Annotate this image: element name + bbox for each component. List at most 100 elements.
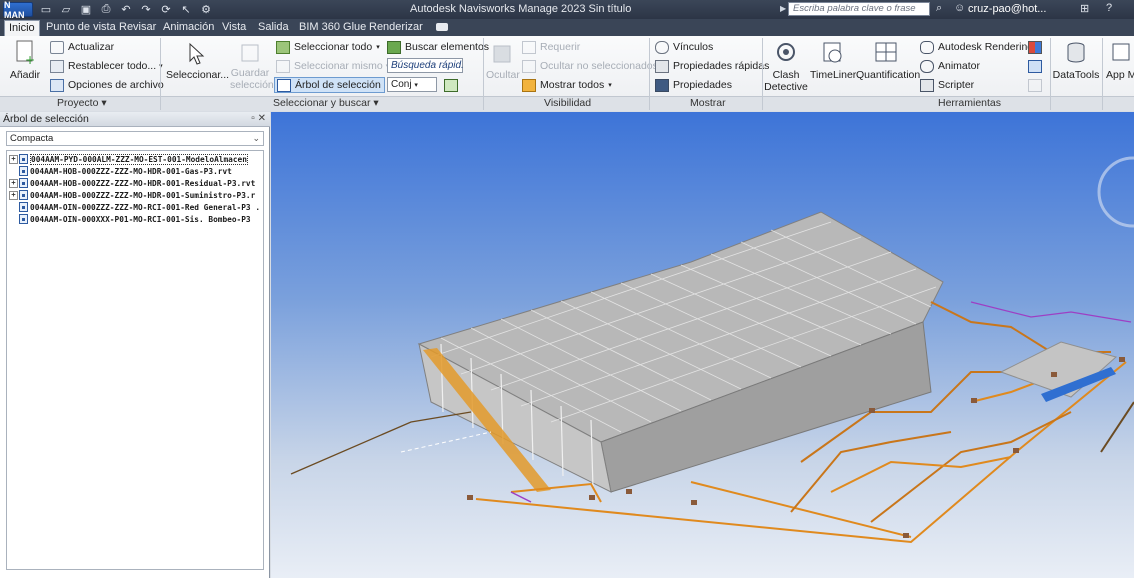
app-manager-icon [1112,43,1130,61]
tab-vista[interactable]: Vista [218,20,250,36]
dropdown-arrow-icon: ▾ [414,82,418,89]
sets-dropdown[interactable]: Conj ▾ [387,77,437,92]
panel-title: Árbol de selección [3,113,89,125]
tree-item[interactable]: + 004AAM-HOB-000ZZZ-ZZZ-MO-HDR-001-Resid… [9,177,255,189]
animator-button[interactable]: Animator [920,58,980,74]
tree-item[interactable]: 004AAM-OIN-000XXX-P01-MO-RCI-001-Sis. Bo… [9,213,251,225]
require-label: Requerir [540,41,581,53]
building-model [417,211,944,493]
select-same-icon [276,59,290,73]
tab-bim360-glue[interactable]: BIM 360 Glue [295,20,370,36]
hide-button[interactable]: Ocultar [486,42,520,81]
group-label-seleccionar-text: Seleccionar y buscar [273,97,371,109]
require-button[interactable]: Requerir [522,39,580,55]
sets-label: Conj [391,79,412,90]
redo-icon[interactable]: ↷ [139,4,153,16]
reset-all-button[interactable]: Restablecer todo...▾ [50,58,163,74]
tab-inicio[interactable]: Inicio [4,20,40,36]
model-file-icon [19,214,28,224]
panel-controls[interactable]: ▫ ✕ [251,112,266,126]
tab-renderizar[interactable]: Renderizar [365,20,427,36]
scripter-button[interactable]: Scripter [920,77,974,93]
tree-item[interactable]: + 004AAM-HOB-000ZZZ-ZZZ-MO-HDR-001-Sumin… [9,189,255,201]
application-menu-button[interactable]: N MAN [3,0,33,20]
model-file-icon [19,190,28,200]
tab-animacion[interactable]: Animación [159,20,218,36]
compare-button[interactable] [1028,77,1046,93]
add-file-icon: + [16,40,35,66]
help-icon[interactable]: ? [1106,2,1112,14]
save-selection-button[interactable]: Guardar selección [230,42,274,91]
quantification-button[interactable]: Quantification [856,40,920,81]
model-file-icon [19,178,28,188]
file-options-button[interactable]: Opciones de archivo [50,77,164,93]
tree-item[interactable]: + 004AAM-PYD-000ALM-ZZZ-MO-EST-001-Model… [9,153,248,165]
open-icon[interactable]: ▱ [59,4,73,16]
tab-punto-de-vista[interactable]: Punto de vista [42,20,120,36]
select-same-button[interactable]: Seleccionar mismo▾ [276,58,389,74]
timeliner-button[interactable]: TimeLiner [810,40,856,81]
hide-label: Ocultar [486,69,520,81]
add-button[interactable]: + Añadir [6,40,44,81]
undo-icon[interactable]: ↶ [119,4,133,16]
manage-sets-button[interactable] [444,77,462,93]
properties-button[interactable]: Propiedades [655,77,732,93]
new-icon[interactable]: ▭ [39,4,53,16]
select-all-label: Seleccionar todo [294,41,373,53]
tab-overflow-icon[interactable] [436,23,448,31]
find-items-button[interactable]: Buscar elementos [387,39,489,55]
teapot-icon [920,40,934,54]
tree-item-label: 004AAM-HOB-000ZZZ-ZZZ-MO-HDR-001-Suminis… [30,190,256,200]
select-all-button[interactable]: Seleccionar todo ▾ [276,39,380,55]
tree-view-mode-select[interactable]: Compacta ⌄ [6,131,264,146]
datatools-button[interactable]: DataTools [1052,40,1100,81]
select-icon[interactable]: ↖ [179,4,193,16]
appearance-profiler-button[interactable] [1028,39,1046,55]
search-expand-icon[interactable]: ▶ [780,4,786,13]
selection-tree-button[interactable]: Árbol de selección [274,77,385,93]
options-icon[interactable]: ⚙ [199,4,213,16]
select-button[interactable]: Seleccionar... [166,42,229,81]
expand-icon[interactable]: + [9,178,18,188]
print-icon[interactable]: ⎙ [99,3,113,16]
cart-icon[interactable]: ⊞ [1080,2,1089,15]
timeliner-icon [823,42,842,63]
expand-icon[interactable]: + [9,190,18,200]
tab-salida[interactable]: Salida [254,20,293,36]
quantification-icon [875,42,897,62]
tree-item[interactable]: 004AAM-OIN-000ZZZ-ZZZ-MO-RCI-001-Red Gen… [9,201,260,213]
save-selection-icon [241,44,259,62]
animator-icon [920,59,934,73]
links-label: Vínculos [673,41,714,53]
3d-viewport[interactable] [271,112,1134,578]
save-icon[interactable]: ▣ [79,4,93,16]
group-separator [1050,38,1051,110]
user-account[interactable]: cruz-pao@hot... [968,3,1046,15]
group-label-seleccionar[interactable]: Seleccionar y buscar ▾ [273,97,379,109]
animator-label: Animator [938,60,981,72]
tab-revisar[interactable]: Revisar [115,20,160,36]
add-label: Añadir [9,69,41,81]
show-all-button[interactable]: Mostrar todos ▾ [522,77,612,93]
refresh-button[interactable]: Actualizar [50,39,114,55]
group-label-proyecto[interactable]: Proyecto ▾ [57,97,107,109]
tree-item[interactable]: 004AAM-HOB-000ZZZ-ZZZ-MO-HDR-001-Gas-P3.… [9,165,232,177]
clash-label-1: Clash [772,69,800,81]
expand-icon[interactable]: + [9,154,18,164]
quick-find-input[interactable]: Búsqueda rápid. [387,58,464,73]
model-file-icon [19,202,28,212]
app-manager-button[interactable]: App M [1106,40,1134,81]
quick-properties-label: Propiedades rápidas [673,60,770,72]
links-button[interactable]: Vínculos [655,39,713,55]
refresh-icon[interactable]: ⟳ [159,4,173,16]
dropdown-arrow-icon: ▾ [608,82,612,89]
autodesk-rendering-button[interactable]: Autodesk Rendering [920,39,1033,55]
quick-properties-button[interactable]: Propiedades rápidas [655,58,769,74]
help-search-input[interactable]: Escriba palabra clave o frase [788,2,930,16]
viewcube-ring[interactable] [1097,156,1134,228]
binoculars-icon[interactable]: ⌕ [936,2,942,15]
hide-unselected-button[interactable]: Ocultar no seleccionados [522,58,658,74]
batch-utility-button[interactable] [1028,58,1046,74]
datatools-label: DataTools [1052,69,1100,81]
clash-detective-button[interactable]: Clash Detective [764,40,808,93]
